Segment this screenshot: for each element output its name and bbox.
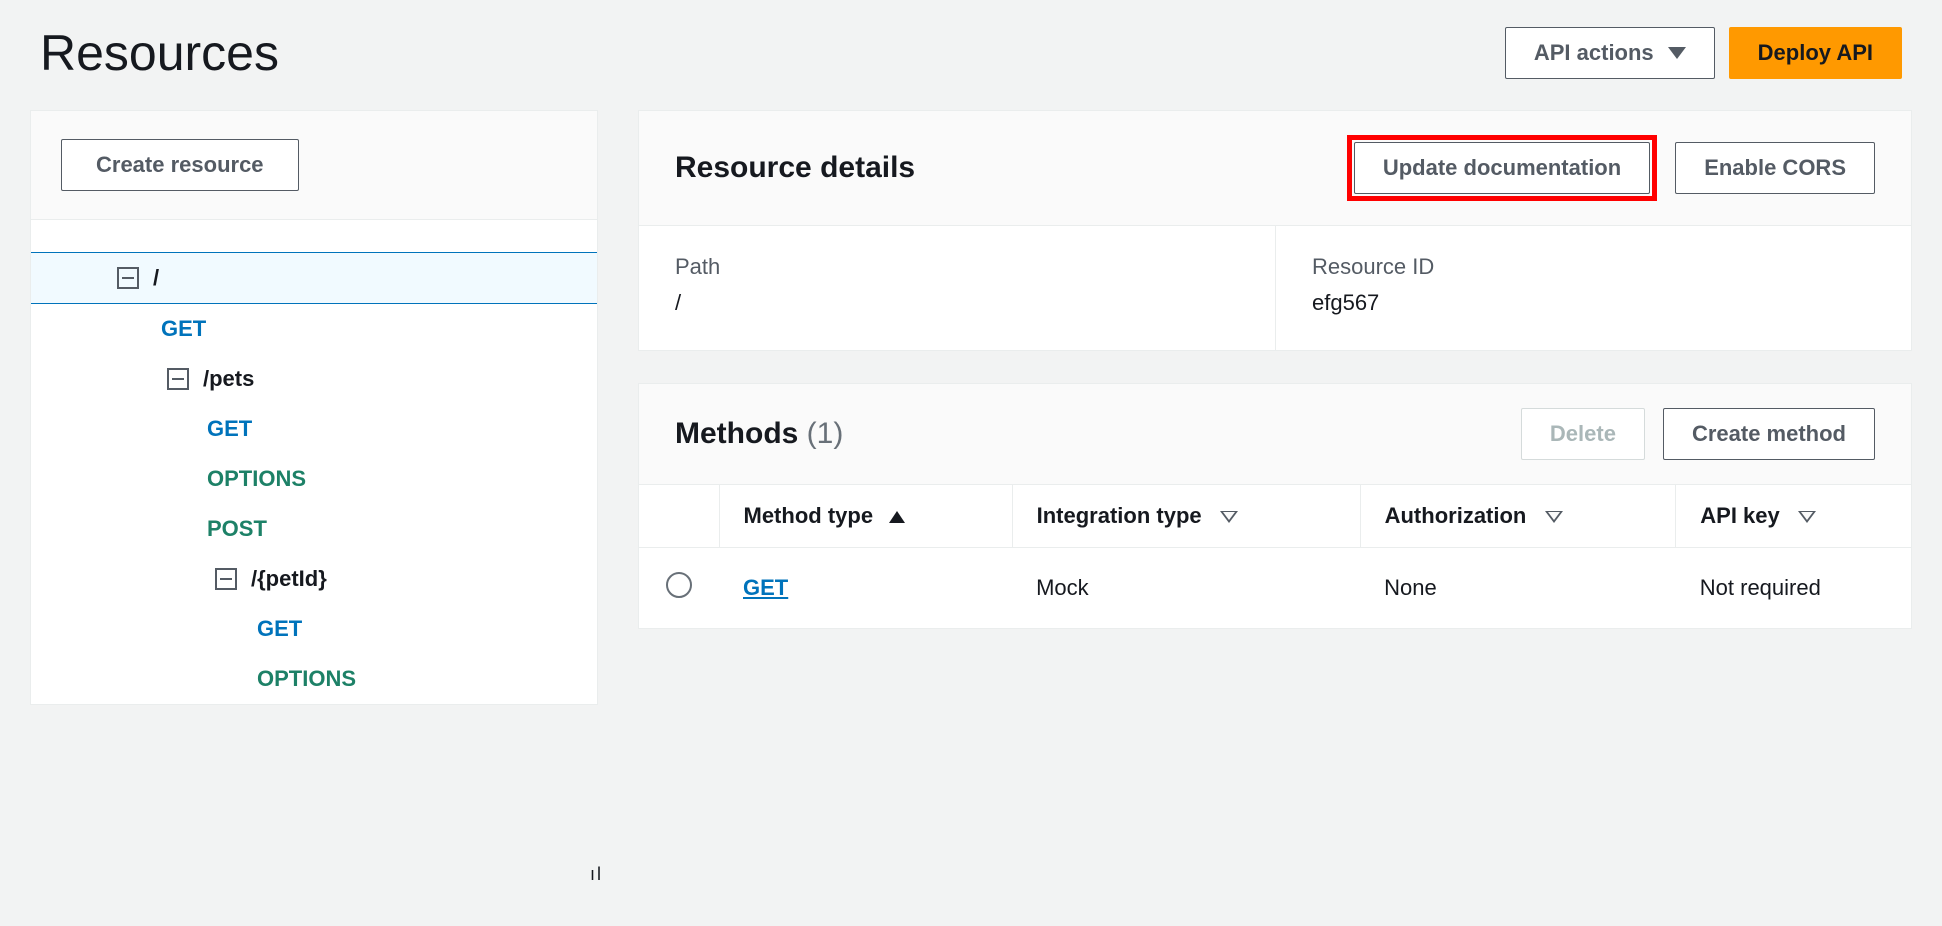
tree-node-pets-post[interactable]: POST <box>31 504 597 554</box>
tree-node-petid-options[interactable]: OPTIONS <box>31 654 597 704</box>
create-resource-button[interactable]: Create resource <box>61 139 299 191</box>
tree-node-pets-get[interactable]: GET <box>31 404 597 454</box>
method-badge-get: GET <box>257 616 302 642</box>
tree-node-label: /{petId} <box>251 566 327 592</box>
enable-cors-button[interactable]: Enable CORS <box>1675 142 1875 194</box>
resource-details-title: Resource details <box>675 151 915 185</box>
panel-resize-handle[interactable]: ıl <box>590 864 603 885</box>
cell-integration: Mock <box>1012 548 1360 629</box>
top-actions: API actions Deploy API <box>1505 27 1902 79</box>
path-cell: Path / <box>639 226 1275 350</box>
collapse-icon[interactable] <box>215 568 237 590</box>
col-authorization[interactable]: Authorization <box>1360 485 1676 548</box>
highlight-update-documentation: Update documentation <box>1347 135 1657 201</box>
row-select-cell[interactable] <box>639 548 719 629</box>
api-actions-button[interactable]: API actions <box>1505 27 1715 79</box>
col-api-key[interactable]: API key <box>1676 485 1911 548</box>
method-badge-get: GET <box>207 416 252 442</box>
col-method-type-label: Method type <box>744 503 874 528</box>
methods-card: Methods (1) Delete Create method Method … <box>638 383 1912 629</box>
collapse-icon[interactable] <box>167 368 189 390</box>
resource-id-label: Resource ID <box>1312 254 1875 280</box>
cell-method: GET <box>719 548 1012 629</box>
col-select <box>639 485 719 548</box>
method-badge-options: OPTIONS <box>257 666 356 692</box>
method-link-get[interactable]: GET <box>743 575 788 600</box>
layout: Create resource / GET /pets GET OPTIONS … <box>30 110 1912 705</box>
tree-node-root[interactable]: / <box>31 252 597 304</box>
col-authorization-label: Authorization <box>1385 503 1527 528</box>
tree-node-root-get[interactable]: GET <box>31 304 597 354</box>
main-column: Resource details Update documentation En… <box>638 110 1912 705</box>
resource-tree-panel: Create resource / GET /pets GET OPTIONS … <box>30 110 598 705</box>
resource-details-card: Resource details Update documentation En… <box>638 110 1912 351</box>
resource-id-cell: Resource ID efg567 <box>1275 226 1911 350</box>
create-method-button[interactable]: Create method <box>1663 408 1875 460</box>
collapse-icon[interactable] <box>117 267 139 289</box>
tree-node-petid-get[interactable]: GET <box>31 604 597 654</box>
radio-icon[interactable] <box>666 572 692 598</box>
cell-authorization: None <box>1360 548 1676 629</box>
methods-title: Methods (1) <box>675 417 843 451</box>
table-row[interactable]: GET Mock None Not required <box>639 548 1911 629</box>
tree-node-label: /pets <box>203 366 254 392</box>
resource-tree-header: Create resource <box>31 111 597 220</box>
resource-tree: / GET /pets GET OPTIONS POST /{petId} <box>31 220 597 704</box>
chevron-down-icon <box>1668 47 1686 59</box>
page-title: Resources <box>40 24 279 82</box>
resource-details-body: Path / Resource ID efg567 <box>639 226 1911 350</box>
delete-method-button[interactable]: Delete <box>1521 408 1645 460</box>
update-documentation-button[interactable]: Update documentation <box>1354 142 1650 194</box>
method-badge-get: GET <box>161 316 206 342</box>
cell-api-key: Not required <box>1676 548 1911 629</box>
col-api-key-label: API key <box>1700 503 1780 528</box>
methods-header: Methods (1) Delete Create method <box>639 384 1911 485</box>
sort-icon <box>1798 511 1816 523</box>
sort-asc-icon <box>889 511 905 523</box>
resource-details-actions: Update documentation Enable CORS <box>1347 135 1875 201</box>
col-method-type[interactable]: Method type <box>719 485 1012 548</box>
col-integration-type[interactable]: Integration type <box>1012 485 1360 548</box>
path-value: / <box>675 290 1239 316</box>
deploy-api-button[interactable]: Deploy API <box>1729 27 1902 79</box>
tree-node-pets-options[interactable]: OPTIONS <box>31 454 597 504</box>
resource-id-value: efg567 <box>1312 290 1875 316</box>
tree-node-pets[interactable]: /pets <box>31 354 597 404</box>
path-label: Path <box>675 254 1239 280</box>
resource-details-header: Resource details Update documentation En… <box>639 111 1911 226</box>
tree-node-petid[interactable]: /{petId} <box>31 554 597 604</box>
method-badge-post: POST <box>207 516 267 542</box>
methods-title-text: Methods <box>675 417 798 450</box>
col-integration-type-label: Integration type <box>1037 503 1202 528</box>
method-badge-options: OPTIONS <box>207 466 306 492</box>
methods-count: (1) <box>807 417 844 450</box>
sort-icon <box>1220 511 1238 523</box>
methods-table: Method type Integration type Authorizati… <box>639 485 1911 628</box>
methods-actions: Delete Create method <box>1521 408 1875 460</box>
api-actions-label: API actions <box>1534 38 1654 69</box>
sort-icon <box>1545 511 1563 523</box>
top-bar: Resources API actions Deploy API <box>30 24 1912 82</box>
tree-node-label: / <box>153 265 159 291</box>
